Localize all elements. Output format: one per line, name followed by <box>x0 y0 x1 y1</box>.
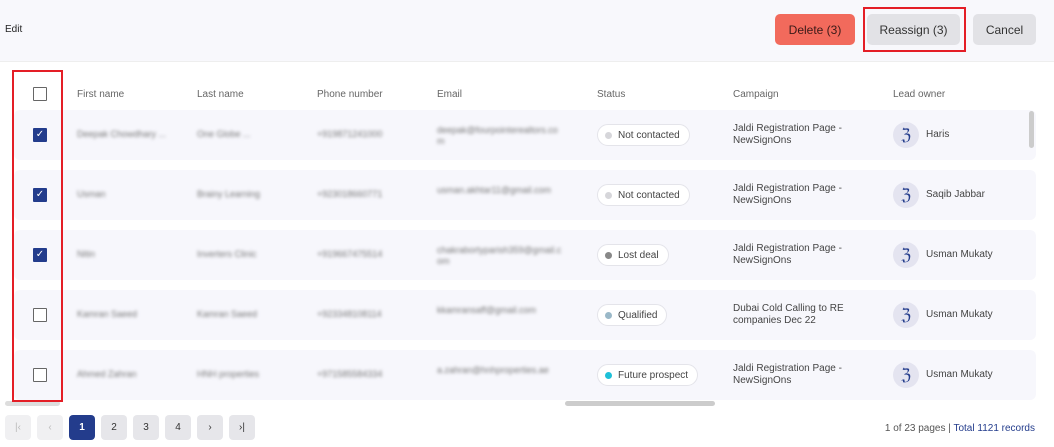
last-name-cell: Inverters Clinic <box>197 249 257 259</box>
phone-cell: +923018660771 <box>317 189 383 199</box>
row-checkbox[interactable] <box>33 368 47 382</box>
reassign-button[interactable]: Reassign (3) <box>867 14 960 45</box>
campaign-cell: Jaldi Registration Page - NewSignOns <box>733 183 842 206</box>
lead-owner-name: Saqib Jabbar <box>926 189 985 200</box>
row-checkbox[interactable] <box>33 308 47 322</box>
first-page-icon: |‹ <box>15 422 21 433</box>
col-campaign[interactable]: Campaign <box>733 89 779 100</box>
row-checkbox[interactable]: ✓ <box>33 128 47 142</box>
status-dot-icon <box>605 311 612 319</box>
campaign-cell: Jaldi Registration Page - NewSignOns <box>733 243 842 266</box>
col-lead-owner[interactable]: Lead owner <box>893 89 945 100</box>
campaign-cell: Jaldi Registration Page - NewSignOns <box>733 363 842 386</box>
status-badge: Future prospect <box>597 364 699 386</box>
last-name-cell: One Globe ... <box>197 129 251 139</box>
first-name-cell: Usman <box>77 189 106 199</box>
last-page-button[interactable]: ›| <box>229 415 255 440</box>
delete-button[interactable]: Delete (3) <box>775 14 855 45</box>
email-cell: chakrabortyparish359@gmail.c om <box>437 245 562 266</box>
next-page-button[interactable]: › <box>197 415 223 440</box>
status-dot-icon <box>605 191 612 199</box>
last-name-cell: Kamran Saeed <box>197 309 258 319</box>
page-1-button[interactable]: 1 <box>69 415 95 440</box>
last-page-icon: ›| <box>239 422 245 433</box>
status-label: Not contacted <box>618 189 680 201</box>
status-label: Lost deal <box>618 249 659 261</box>
next-page-icon: › <box>208 422 212 433</box>
page-count: 1 of 23 pages <box>884 423 946 434</box>
phone-cell: +919871241000 <box>317 129 383 139</box>
cancel-button[interactable]: Cancel <box>973 14 1036 45</box>
col-phone[interactable]: Phone number <box>317 89 383 100</box>
avatar: ℨ <box>893 122 919 148</box>
col-first-name[interactable]: First name <box>77 89 124 100</box>
status-dot-icon <box>605 371 612 379</box>
avatar: ℨ <box>893 362 919 388</box>
select-all-checkbox[interactable] <box>33 87 47 101</box>
avatar: ℨ <box>893 182 919 208</box>
status-label: Future prospect <box>618 369 689 381</box>
lead-owner-name: Usman Mukaty <box>926 309 993 320</box>
separator: | <box>948 423 951 434</box>
last-name-cell: HNH properties <box>197 369 260 379</box>
prev-page-icon: ‹ <box>48 422 52 433</box>
page-3-button[interactable]: 3 <box>133 415 159 440</box>
total-records: Total 1121 records <box>953 423 1035 434</box>
status-label: Qualified <box>618 309 658 321</box>
phone-cell: +919667475514 <box>317 249 383 259</box>
edit-label: Edit <box>5 24 23 35</box>
email-cell: usman.akhtar11@gmail.com <box>437 185 552 195</box>
status-label: Not contacted <box>618 129 680 141</box>
status-badge: Not contacted <box>597 124 690 146</box>
selection-highlight-box <box>12 70 63 402</box>
first-page-button[interactable]: |‹ <box>5 415 31 440</box>
avatar: ℨ <box>893 302 919 328</box>
status-badge: Lost deal <box>597 244 669 266</box>
phone-cell: +971585584334 <box>317 369 383 379</box>
lead-owner-name: Haris <box>926 129 950 140</box>
email-cell: deepak@fourpointerealtors.co m <box>437 125 558 146</box>
vertical-scrollbar[interactable] <box>1029 111 1034 148</box>
first-name-cell: Ahmed Zahran <box>77 369 137 379</box>
campaign-cell: Jaldi Registration Page - NewSignOns <box>733 123 842 146</box>
first-name-cell: Kamran Saeed <box>77 309 138 319</box>
prev-page-button[interactable]: ‹ <box>37 415 63 440</box>
action-bar: Edit Delete (3) Reassign (3) Cancel <box>0 0 1054 62</box>
first-name-cell: Nitin <box>77 249 96 259</box>
col-email[interactable]: Email <box>437 89 462 100</box>
row-checkbox[interactable]: ✓ <box>33 188 47 202</box>
col-status[interactable]: Status <box>597 89 625 100</box>
email-cell: a.zahran@hnhproperties.ae <box>437 365 549 375</box>
status-dot-icon <box>605 131 612 139</box>
col-last-name[interactable]: Last name <box>197 89 244 100</box>
lead-owner-name: Usman Mukaty <box>926 249 993 260</box>
phone-cell: +923348108114 <box>317 309 382 319</box>
page-info: 1 of 23 pages | Total 1121 records <box>885 423 1035 434</box>
last-name-cell: Brainy Learning <box>197 189 261 199</box>
status-badge: Qualified <box>597 304 668 326</box>
status-badge: Not contacted <box>597 184 690 206</box>
page-4-button[interactable]: 4 <box>165 415 191 440</box>
email-cell: kkamransaff@gmail.com <box>437 305 536 315</box>
campaign-cell: Dubai Cold Calling to RE companies Dec 2… <box>733 303 844 326</box>
lead-owner-name: Usman Mukaty <box>926 369 993 380</box>
first-name-cell: Deepak Chowdhary ... <box>77 129 167 139</box>
row-checkbox[interactable]: ✓ <box>33 248 47 262</box>
page-2-button[interactable]: 2 <box>101 415 127 440</box>
avatar: ℨ <box>893 242 919 268</box>
horizontal-scrollbar[interactable] <box>565 401 715 406</box>
status-dot-icon <box>605 251 612 259</box>
